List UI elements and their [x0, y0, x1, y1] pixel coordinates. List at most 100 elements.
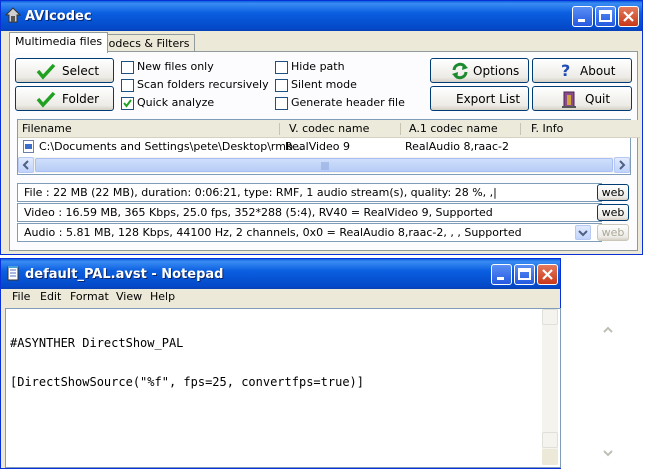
multimedia-files-panel: Select Folder New files only Scan folder…: [9, 51, 640, 251]
quick-analyze-label: Quick analyze: [137, 96, 215, 109]
scan-recursively-checkbox[interactable]: [121, 79, 134, 92]
menu-edit[interactable]: Edit: [40, 290, 61, 303]
arrow-down-icon: [603, 450, 613, 457]
generate-header-checkbox[interactable]: [275, 97, 288, 110]
column-acodec-label: A.1 codec name: [409, 122, 498, 135]
options-button-label: Options: [473, 63, 520, 78]
media-file-icon: [23, 140, 34, 153]
notepad-titlebar[interactable]: default_PAL.avst - Notepad: [1, 259, 560, 289]
select-button-label: Select: [62, 63, 100, 78]
about-button[interactable]: ? About: [532, 58, 632, 83]
about-button-label: About: [580, 63, 616, 78]
avicodec-app-icon: [5, 7, 21, 23]
maximize-button[interactable]: [595, 6, 616, 27]
menu-format[interactable]: Format: [70, 290, 109, 303]
file-web-button[interactable]: web: [597, 184, 629, 201]
hide-path-checkbox[interactable]: [275, 61, 288, 74]
scroll-down-button[interactable]: [542, 432, 613, 457]
maximize-button[interactable]: [514, 264, 535, 285]
chevron-down-icon: [578, 230, 588, 237]
scroll-right-button[interactable]: [614, 157, 630, 173]
checkmark-icon: [36, 63, 56, 80]
web-label: web: [601, 186, 625, 199]
text-line-2: [DirectShowSource("%f", fps=25, convertf…: [10, 375, 365, 389]
web-label: web: [601, 226, 625, 239]
silent-mode-checkbox[interactable]: [275, 79, 288, 92]
hide-path-label: Hide path: [291, 60, 345, 73]
notepad-title: default_PAL.avst - Notepad: [25, 267, 224, 282]
close-icon: [542, 269, 553, 280]
close-button[interactable]: [537, 264, 558, 285]
tab-multimedia-files-label: Multimedia files: [15, 35, 103, 48]
arrow-left-icon: [22, 160, 29, 170]
menu-help[interactable]: Help: [150, 290, 175, 303]
audio-info-row[interactable]: Audio : 5.81 MB, 128 Kbps, 44100 Hz, 2 c…: [17, 223, 602, 242]
scroll-corner: [542, 449, 558, 465]
file-info-text: File : 22 MB (22 MB), duration: 0:06:21,…: [24, 186, 497, 199]
table-row[interactable]: C:\Documents and Settings\pete\Desktop\r…: [18, 139, 630, 155]
arrow-right-icon: [619, 160, 626, 170]
checkmark-icon: [36, 91, 56, 108]
folder-button-label: Folder: [62, 91, 100, 106]
row-acodec: RealAudio 8,raac-2: [405, 140, 509, 153]
column-header-vcodec[interactable]: V. codec name: [280, 120, 407, 138]
horizontal-scroll-thumb[interactable]: [35, 158, 613, 172]
column-header-filename[interactable]: Filename: [18, 120, 284, 138]
file-info-row: File : 22 MB (22 MB), duration: 0:06:21,…: [17, 183, 602, 202]
exit-door-icon: [562, 91, 576, 108]
audio-web-button: web: [597, 224, 629, 241]
column-header-acodec[interactable]: A.1 codec name: [401, 120, 527, 138]
column-vcodec-label: V. codec name: [289, 122, 370, 135]
check-mark-icon: [123, 99, 132, 108]
generate-header-label: Generate header file: [291, 96, 405, 109]
folder-button[interactable]: Folder: [15, 86, 114, 111]
quit-button-label: Quit: [585, 91, 611, 106]
maximize-icon: [599, 10, 612, 22]
text-line-1: #ASYNTHER DirectShow_PAL: [10, 336, 184, 350]
minimize-button[interactable]: [572, 6, 593, 27]
file-list[interactable]: Filename V. codec name A.1 codec name F.…: [17, 119, 640, 175]
column-finfo-label: F. Info: [531, 122, 564, 135]
minimize-button[interactable]: [491, 264, 512, 285]
audio-dropdown-button[interactable]: [575, 225, 591, 240]
tab-codecs-filters-label: Codecs & Filters: [101, 37, 190, 50]
select-button[interactable]: Select: [15, 58, 114, 83]
close-icon: [623, 11, 634, 22]
new-files-only-checkbox[interactable]: [121, 61, 134, 74]
quit-button[interactable]: Quit: [532, 86, 632, 111]
column-header-finfo[interactable]: F. Info: [521, 120, 640, 138]
column-filename-label: Filename: [22, 122, 72, 135]
options-button[interactable]: Options: [430, 58, 529, 83]
new-files-only-label: New files only: [137, 60, 214, 73]
scroll-up-button[interactable]: [542, 309, 613, 333]
tab-multimedia-files[interactable]: Multimedia files: [9, 32, 109, 53]
web-label: web: [601, 206, 625, 219]
notepad-menubar: File Edit Format View Help: [1, 290, 560, 308]
avicodec-title: AVIcodec: [25, 9, 92, 24]
avicodec-titlebar[interactable]: AVIcodec: [1, 1, 642, 31]
close-button[interactable]: [618, 6, 639, 27]
avicodec-window: AVIcodec Multimedia files Codecs & Filte…: [0, 0, 643, 255]
maximize-icon: [518, 268, 531, 280]
row-vcodec: RealVideo 9: [285, 140, 351, 153]
video-web-button[interactable]: web: [597, 204, 629, 221]
export-list-button[interactable]: Export List: [430, 86, 529, 111]
help-question-icon: ?: [561, 61, 571, 80]
vertical-scrollbar[interactable]: [542, 309, 613, 465]
menu-view[interactable]: View: [116, 290, 142, 303]
quick-analyze-checkbox[interactable]: [121, 97, 134, 110]
notepad-text-area[interactable]: #ASYNTHER DirectShow_PAL [DirectShowSour…: [5, 308, 613, 468]
scroll-left-button[interactable]: [18, 157, 34, 173]
refresh-icon: [452, 62, 468, 80]
video-info-text: Video : 16.59 MB, 365 Kbps, 25.0 fps, 35…: [24, 206, 493, 219]
menu-file[interactable]: File: [12, 290, 30, 303]
grip-icon: [321, 162, 329, 170]
notepad-window: default_PAL.avst - Notepad File Edit For…: [0, 258, 613, 469]
scan-recursively-label: Scan folders recursively: [137, 78, 269, 91]
row-filename: C:\Documents and Settings\pete\Desktop\r…: [39, 140, 304, 153]
minimize-icon: [578, 19, 585, 22]
silent-mode-label: Silent mode: [291, 78, 357, 91]
horizontal-scrollbar[interactable]: [18, 157, 630, 173]
arrow-up-icon: [603, 326, 613, 333]
minimize-icon: [497, 277, 504, 280]
